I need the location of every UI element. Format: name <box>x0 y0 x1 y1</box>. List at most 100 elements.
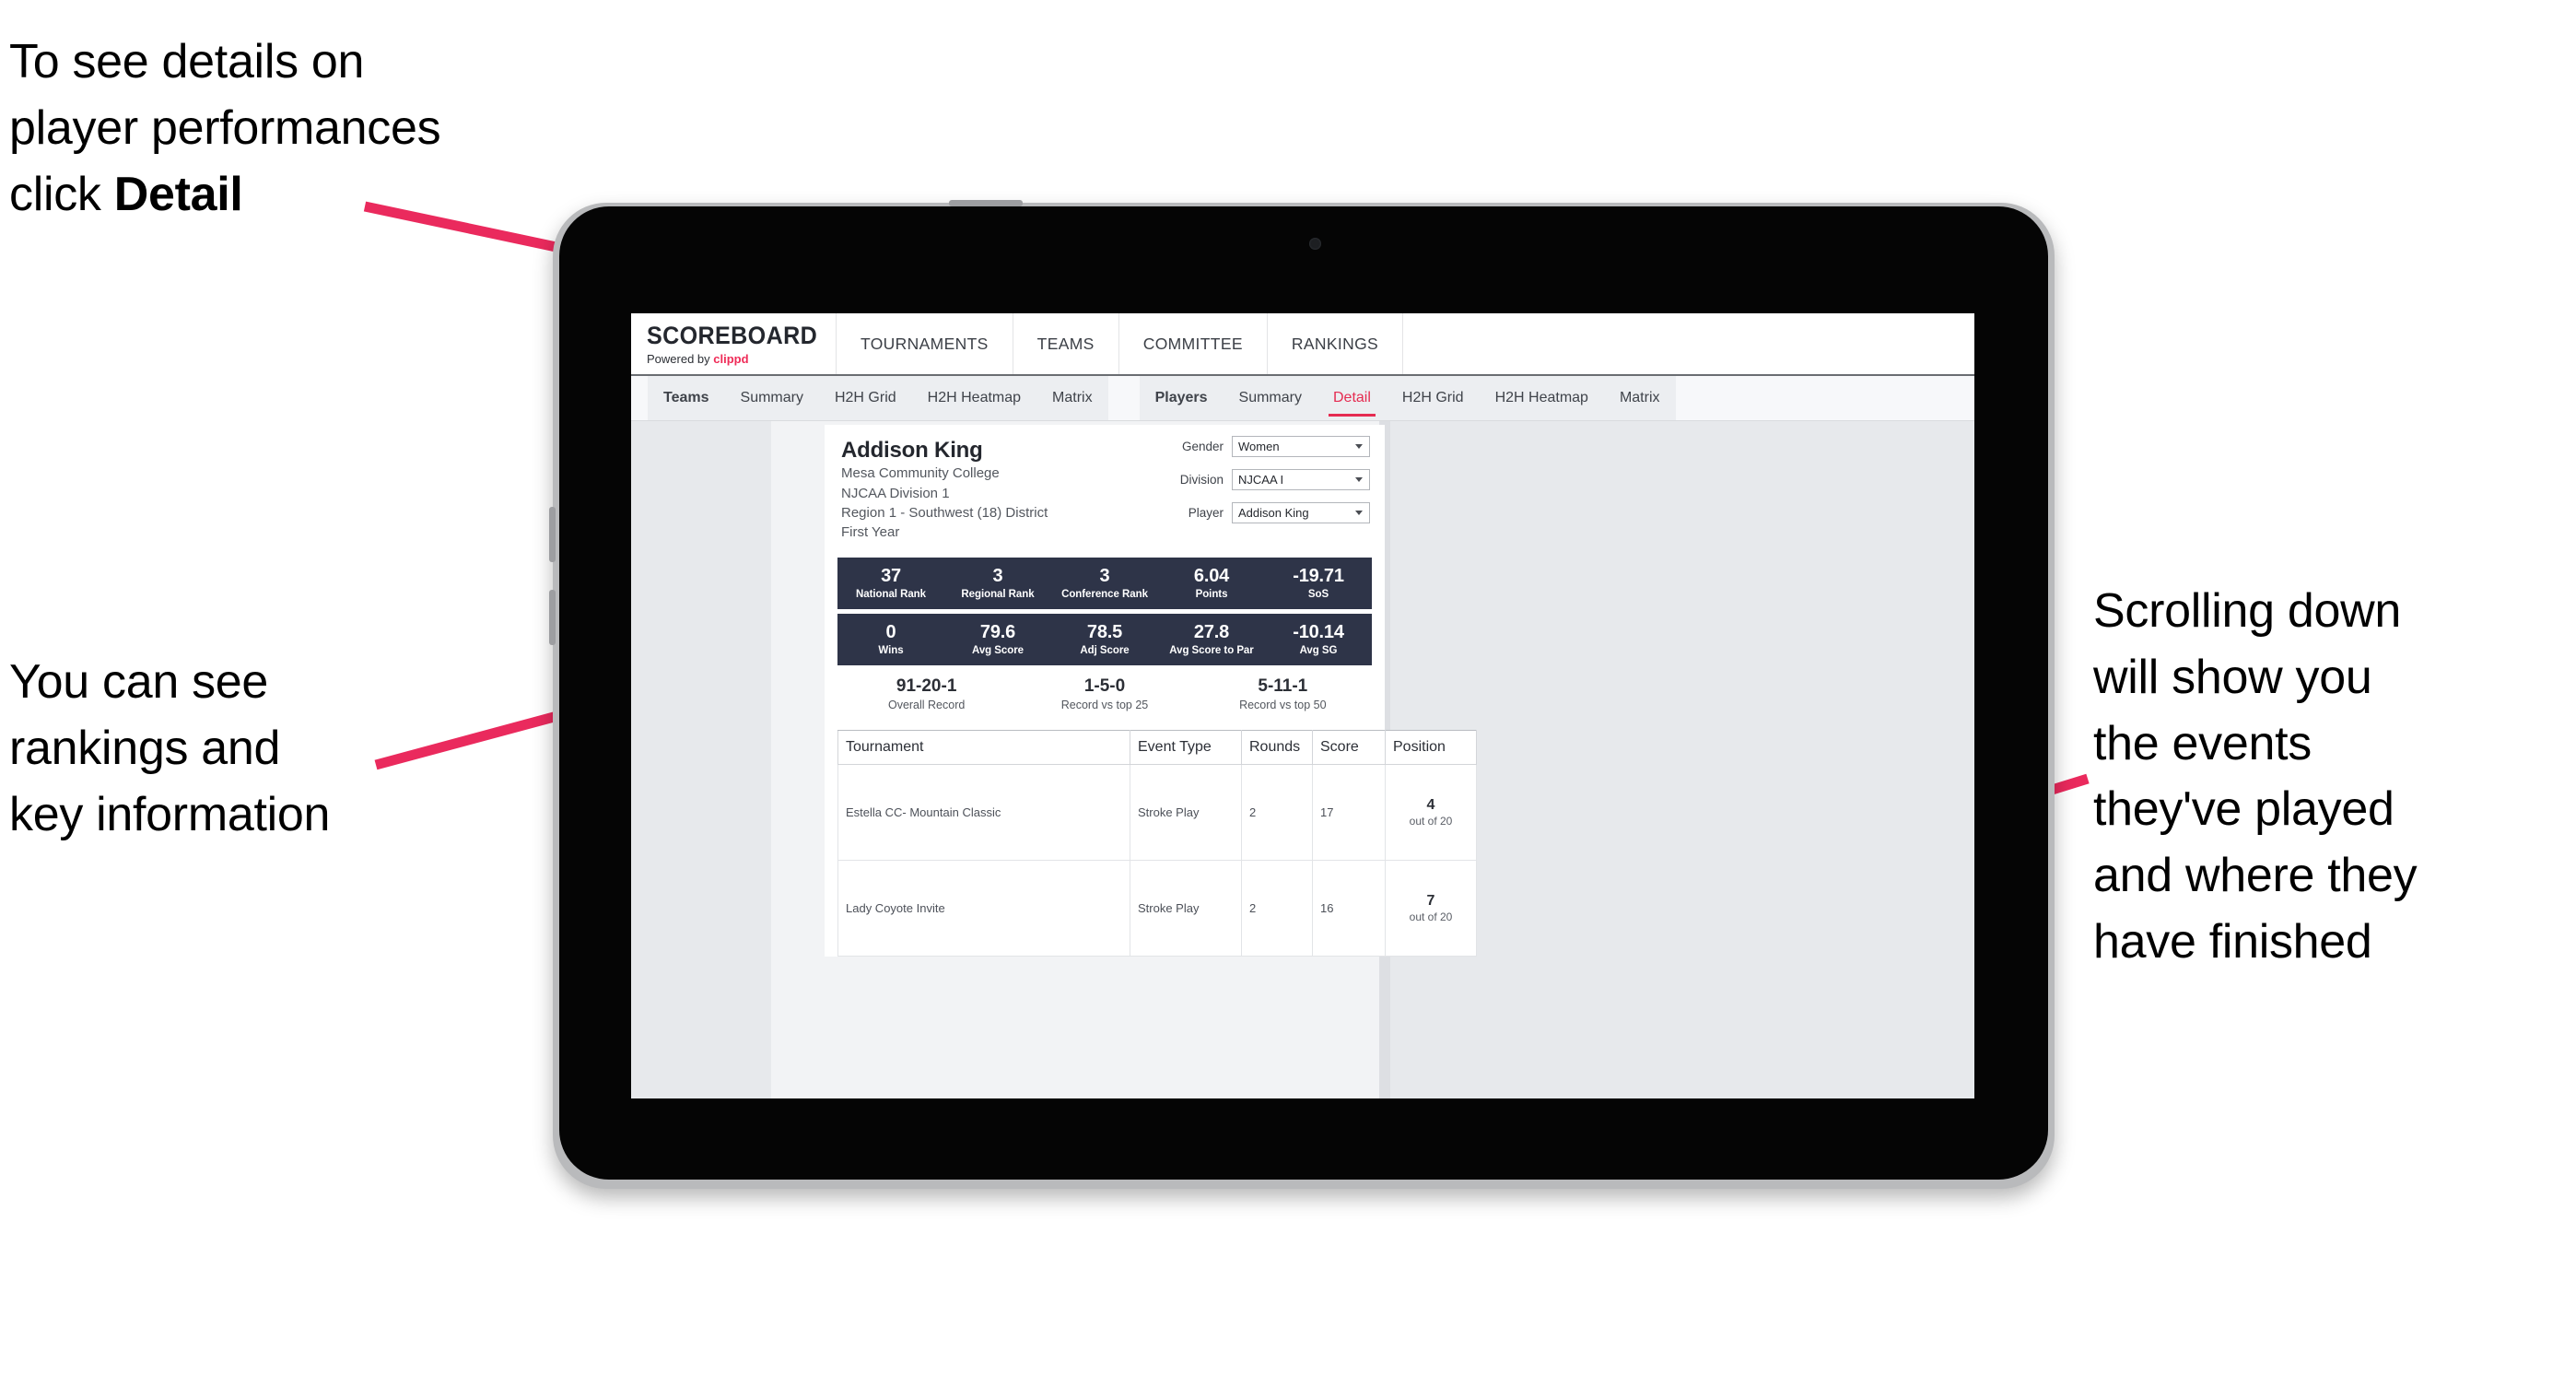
cell-event-type: Stroke Play <box>1130 764 1242 862</box>
clippd-wordmark: clippd <box>713 351 749 366</box>
filter-player-label: Player <box>1188 506 1224 520</box>
browser-viewport: SCOREBOARD Powered by clippd TOURNAMENTS… <box>631 313 1974 1098</box>
tab-teams-matrix[interactable]: Matrix <box>1036 376 1108 420</box>
tab-players-matrix[interactable]: Matrix <box>1604 376 1676 420</box>
stat-label: National Rank <box>855 589 927 600</box>
stat-value: 37 <box>881 566 901 586</box>
record-vs-top-25: 1-5-0 Record vs top 25 <box>1015 676 1193 712</box>
filter-gender-select[interactable]: Women <box>1232 436 1370 457</box>
table-row[interactable]: Lady Coyote Invite Stroke Play 2 16 7 ou… <box>837 860 1477 957</box>
app-logo[interactable]: SCOREBOARD Powered by clippd <box>631 313 837 374</box>
volume-up-button[interactable] <box>549 507 556 562</box>
position-out-of: out of 20 <box>1409 910 1453 924</box>
stat-avg-sg: -10.14 Avg SG <box>1265 614 1372 665</box>
filter-gender-value: Women <box>1238 440 1280 453</box>
stat-sos: -19.71 SoS <box>1265 558 1372 609</box>
header-position[interactable]: Position <box>1385 730 1477 766</box>
tab-teams[interactable]: Teams <box>648 376 725 420</box>
chevron-down-icon <box>1355 511 1363 515</box>
record-label: Overall Record <box>887 699 966 712</box>
record-vs-top-50: 5-11-1 Record vs top 50 <box>1194 676 1372 712</box>
stat-label: Avg SG <box>1299 645 1338 656</box>
header-tournament[interactable]: Tournament <box>837 730 1130 766</box>
position-out-of: out of 20 <box>1409 815 1453 828</box>
power-button[interactable] <box>949 200 1023 206</box>
stat-wins: 0 Wins <box>837 614 944 665</box>
tablet-screen-bezel: SCOREBOARD Powered by clippd TOURNAMENTS… <box>559 206 2048 1180</box>
stat-label: SoS <box>1307 589 1329 600</box>
cell-position: 4 out of 20 <box>1385 764 1477 862</box>
filter-division-label: Division <box>1179 473 1224 487</box>
stat-value: 0 <box>885 622 896 642</box>
tab-teams-h2h-grid[interactable]: H2H Grid <box>819 376 912 420</box>
annotation-top-left-bold: Detail <box>113 167 243 221</box>
position-number: 7 <box>1426 893 1435 910</box>
cell-score: 16 <box>1312 860 1386 957</box>
stat-value: 3 <box>992 566 1003 586</box>
front-camera-icon <box>1309 238 1321 250</box>
header-score[interactable]: Score <box>1312 730 1386 766</box>
filter-gender-label: Gender <box>1181 440 1224 453</box>
tab-players-summary[interactable]: Summary <box>1224 376 1317 420</box>
volume-down-button[interactable] <box>549 590 556 645</box>
stat-adj-score: 78.5 Adj Score <box>1051 614 1158 665</box>
filter-panel: Gender Women Division NJCAA I Player Add… <box>1153 436 1370 535</box>
filter-division-value: NJCAA I <box>1238 473 1284 487</box>
stat-national-rank: 37 National Rank <box>837 558 944 609</box>
record-overall: 91-20-1 Overall Record <box>837 676 1015 712</box>
filter-player-value: Addison King <box>1238 506 1309 520</box>
tab-players[interactable]: Players <box>1140 376 1224 420</box>
stat-value: -10.14 <box>1293 622 1344 642</box>
stat-label: Points <box>1195 589 1228 600</box>
tablet-device: SCOREBOARD Powered by clippd TOURNAMENTS… <box>549 200 2055 1189</box>
stat-label: Wins <box>878 645 904 656</box>
tab-players-detail[interactable]: Detail <box>1317 376 1387 420</box>
stat-avg-score-to-par: 27.8 Avg Score to Par <box>1158 614 1265 665</box>
stat-points: 6.04 Points <box>1158 558 1265 609</box>
stat-band-rankings: 37 National Rank 3 Regional Rank 3 Confe… <box>837 557 1372 609</box>
app-logo-title: SCOREBOARD <box>647 321 818 349</box>
stat-band-scoring: 0 Wins 79.6 Avg Score 78.5 Adj Score 27.… <box>837 613 1372 665</box>
stat-label: Adj Score <box>1080 645 1130 656</box>
record-label: Record vs top 50 <box>1239 699 1327 712</box>
chevron-down-icon <box>1355 444 1363 449</box>
filter-player: Player Addison King <box>1153 502 1370 523</box>
topnav-tournaments[interactable]: TOURNAMENTS <box>837 313 1013 374</box>
stat-label: Regional Rank <box>961 589 1035 600</box>
tab-players-h2h-heatmap[interactable]: H2H Heatmap <box>1480 376 1604 420</box>
record-value: 5-11-1 <box>1258 675 1308 696</box>
table-header-row: Tournament Event Type Rounds Score Posit… <box>837 730 1477 766</box>
stat-label: Conference Rank <box>1061 589 1148 600</box>
stat-value: 78.5 <box>1086 622 1123 642</box>
filter-division: Division NJCAA I <box>1153 469 1370 490</box>
stat-avg-score: 79.6 Avg Score <box>944 614 1051 665</box>
teams-tab-group: Teams Summary H2H Grid H2H Heatmap Matri… <box>648 376 1108 420</box>
record-label: Record vs top 25 <box>1060 699 1149 712</box>
header-rounds[interactable]: Rounds <box>1241 730 1313 766</box>
record-summary-row: 91-20-1 Overall Record 1-5-0 Record vs t… <box>837 676 1372 725</box>
topnav-rankings[interactable]: RANKINGS <box>1268 313 1404 374</box>
player-detail-worksheet: Addison King Mesa Community College NJCA… <box>825 425 1477 957</box>
powered-by-text: Powered by <box>647 351 714 366</box>
table-row[interactable]: Estella CC- Mountain Classic Stroke Play… <box>837 764 1477 862</box>
stat-label: Avg Score <box>971 645 1024 656</box>
cell-event-type: Stroke Play <box>1130 860 1242 957</box>
filter-player-select[interactable]: Addison King <box>1232 502 1370 523</box>
stat-label: Avg Score to Par <box>1169 645 1254 656</box>
header-event-type[interactable]: Event Type <box>1130 730 1242 766</box>
stat-value: -19.71 <box>1293 566 1344 586</box>
topnav-committee[interactable]: COMMITTEE <box>1119 313 1268 374</box>
tab-players-h2h-grid[interactable]: H2H Grid <box>1387 376 1480 420</box>
cell-tournament: Lady Coyote Invite <box>837 860 1130 957</box>
app-top-navbar: SCOREBOARD Powered by clippd TOURNAMENTS… <box>631 313 1974 376</box>
chevron-down-icon <box>1355 477 1363 482</box>
cell-rounds: 2 <box>1241 860 1313 957</box>
filter-division-select[interactable]: NJCAA I <box>1232 469 1370 490</box>
topnav-teams[interactable]: TEAMS <box>1013 313 1119 374</box>
record-value: 1-5-0 <box>1083 675 1126 696</box>
annotation-mid-left: You can see rankings and key information <box>9 655 331 841</box>
tab-teams-summary[interactable]: Summary <box>725 376 819 420</box>
annotation-right: Scrolling down will show you the events … <box>2093 584 2418 969</box>
cell-tournament: Estella CC- Mountain Classic <box>837 764 1130 862</box>
tab-teams-h2h-heatmap[interactable]: H2H Heatmap <box>912 376 1036 420</box>
